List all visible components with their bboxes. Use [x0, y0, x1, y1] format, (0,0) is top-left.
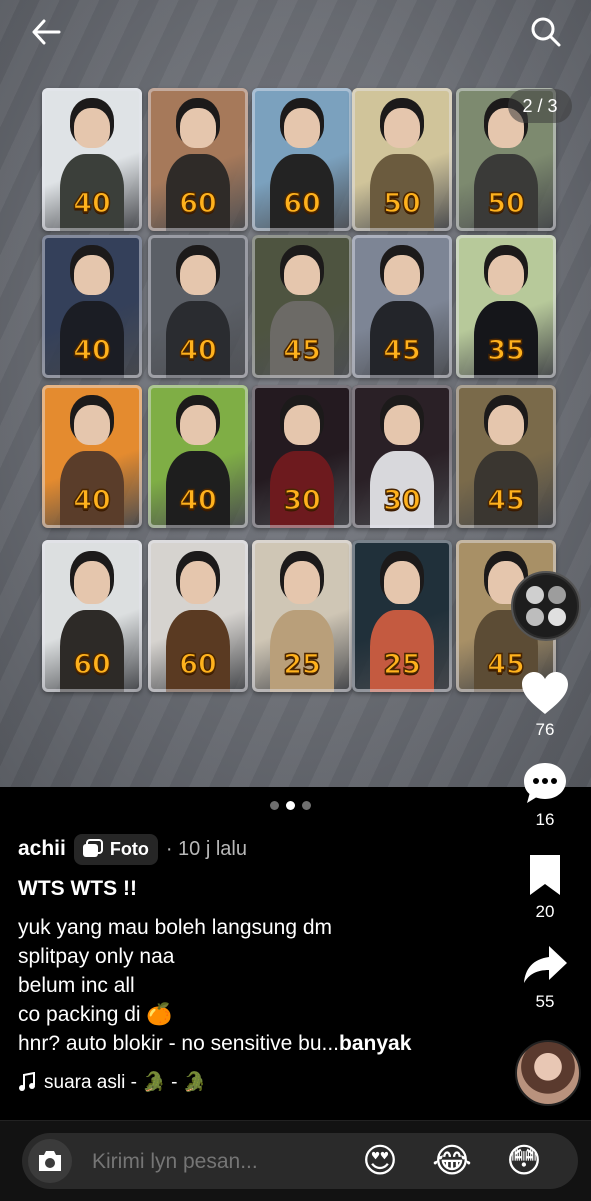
image-counter: 2 / 3 — [508, 89, 572, 123]
photocard: 25 — [252, 540, 352, 692]
caption-truncated-line: hnr? auto blokir - no sensitive bu... — [18, 1032, 340, 1055]
emoji-laughing-button[interactable]: 😂 — [430, 1139, 474, 1183]
heart-icon — [522, 672, 568, 714]
photocard: 40 — [148, 235, 248, 378]
like-action[interactable]: 76 — [515, 670, 575, 740]
photocard-price: 40 — [72, 484, 111, 517]
photocard: 60 — [148, 88, 248, 231]
camera-button[interactable] — [28, 1139, 72, 1183]
photocard: 45 — [252, 235, 352, 378]
comment-pill: 😍 😂 😳 — [22, 1133, 578, 1191]
save-action[interactable]: 20 — [515, 852, 575, 922]
photocard-price: 30 — [382, 484, 421, 517]
comment-count: 16 — [535, 810, 555, 829]
photocard: 40 — [42, 88, 142, 231]
photocard-price: 30 — [282, 484, 321, 517]
photocard: 40 — [42, 385, 142, 528]
camera-icon — [39, 1151, 61, 1171]
photocard-price: 40 — [178, 484, 217, 517]
photocard: 60 — [252, 88, 352, 231]
photocard-price: 25 — [282, 648, 321, 681]
comment-input[interactable] — [90, 1133, 334, 1191]
caption-line: belum inc all — [18, 974, 135, 997]
comment-bar: 😍 😂 😳 — [0, 1120, 591, 1201]
photocard: 35 — [456, 235, 556, 378]
photocard: 60 — [42, 540, 142, 692]
photocard-price: 60 — [178, 648, 217, 681]
photocard-price: 40 — [178, 334, 217, 367]
photocard: 40 — [42, 235, 142, 378]
emoji-flushed-button[interactable]: 😳 — [502, 1139, 546, 1183]
comment-bubble-icon — [524, 763, 566, 803]
emoji-heart-eyes-button[interactable]: 😍 — [358, 1139, 402, 1183]
post-type-badge: Foto — [73, 833, 158, 865]
username[interactable]: achii — [18, 837, 66, 861]
see-more-link[interactable]: banyak — [339, 1032, 411, 1055]
photocard-price: 60 — [72, 648, 111, 681]
music-note-icon — [19, 1072, 35, 1091]
caption-line: co packing di 🍊 — [18, 1003, 173, 1026]
photocard-price: 60 — [178, 187, 217, 220]
photocard-price: 35 — [486, 334, 525, 367]
photocard-price: 50 — [486, 187, 525, 220]
photocard-price: 25 — [382, 648, 421, 681]
photocard-price: 45 — [282, 334, 321, 367]
search-button[interactable] — [524, 10, 568, 54]
photocard: 30 — [352, 385, 452, 528]
music-disc-thumbnail[interactable] — [511, 571, 581, 641]
photocard: 45 — [352, 235, 452, 378]
photocard-price: 40 — [72, 334, 111, 367]
photocard: 50 — [352, 88, 452, 231]
photocard: 45 — [456, 385, 556, 528]
caption-title: WTS WTS !! — [18, 877, 137, 900]
photocard-price: 60 — [282, 187, 321, 220]
photocard-price: 50 — [382, 187, 421, 220]
post-type-label: Foto — [109, 838, 149, 859]
share-action[interactable]: 55 — [515, 942, 575, 1012]
post-photo[interactable]: 40 60 60 50 50 40 40 45 45 35 40 40 30 30 45 60 60 25 25 45… — [0, 0, 591, 787]
caption-line: splitpay only naa — [18, 945, 175, 968]
photocard: 30 — [252, 385, 352, 528]
share-count: 55 — [535, 992, 555, 1011]
caption-line: yuk yang mau boleh langsung dm — [18, 916, 333, 939]
photocard-price: 40 — [72, 187, 111, 220]
like-count: 76 — [535, 720, 555, 739]
photo-stack-icon — [82, 839, 103, 857]
photocard: 60 — [148, 540, 248, 692]
carousel-dot[interactable] — [270, 801, 279, 810]
arrow-left-icon — [32, 19, 61, 45]
comment-action[interactable]: 16 — [515, 760, 575, 830]
disc-icon — [515, 575, 577, 637]
carousel-dot[interactable] — [302, 801, 311, 810]
search-icon — [531, 17, 561, 47]
bookmark-icon — [530, 855, 560, 895]
carousel-dot[interactable] — [286, 801, 295, 810]
back-button[interactable] — [24, 10, 68, 54]
caption-line: hnr? auto blokir - no sensitive bu...ban… — [18, 1029, 411, 1058]
caption-body[interactable]: yuk yang mau boleh langsung dm splitpay … — [18, 913, 411, 1058]
save-count: 20 — [535, 902, 555, 921]
photocard-price: 45 — [382, 334, 421, 367]
author-row: achii Foto · 10 j lalu — [18, 832, 247, 866]
music-row[interactable]: suara asli - 🐊 - 🐊 — [18, 1070, 206, 1094]
author-avatar[interactable] — [515, 1040, 581, 1106]
photocard: 25 — [352, 540, 452, 692]
post-time: · 10 j lalu — [165, 837, 247, 860]
music-title: suara asli - 🐊 - 🐊 — [44, 1072, 207, 1093]
carousel-dots — [270, 801, 311, 810]
photocard: 40 — [148, 385, 248, 528]
photocard-price: 45 — [486, 484, 525, 517]
share-arrow-icon — [524, 946, 567, 983]
